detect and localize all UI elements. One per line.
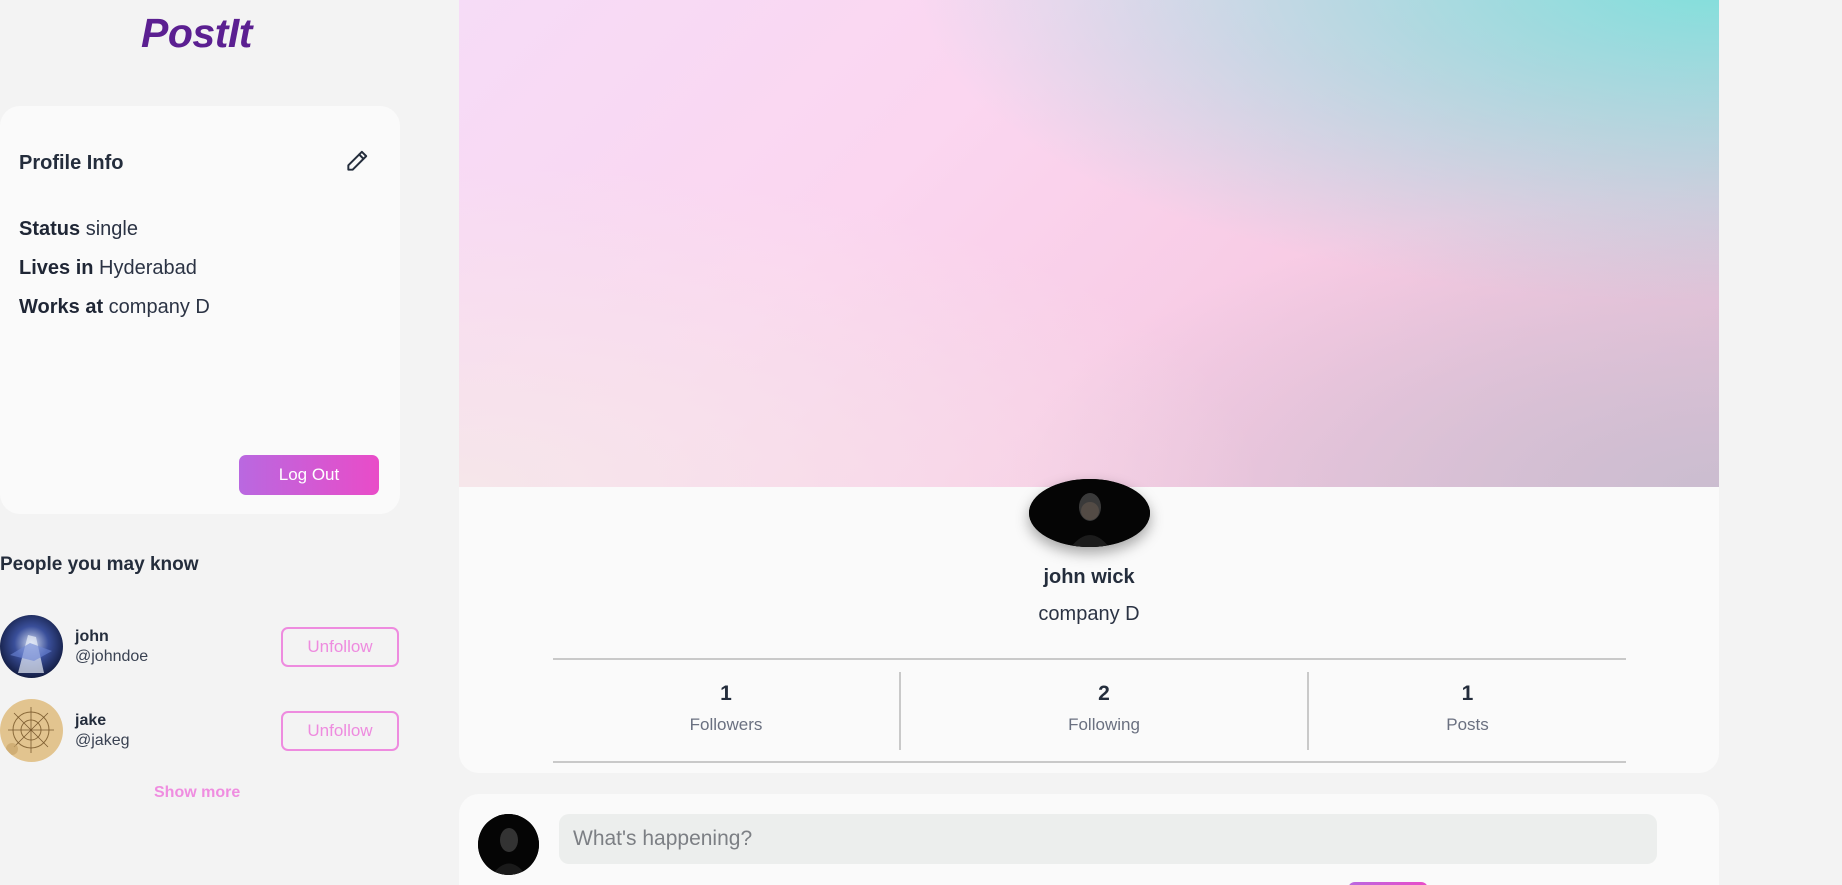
stat-posts[interactable]: 1 Posts [1309, 660, 1626, 761]
profile-card: john wick company D 1 Followers 2 Follow… [459, 0, 1719, 773]
person-name: john [75, 628, 109, 645]
status-row: Status single [19, 218, 138, 241]
works-at-label: Works at [19, 296, 104, 318]
profile-name: john wick [1043, 566, 1135, 588]
post-composer [459, 794, 1719, 885]
pencil-icon[interactable] [344, 148, 370, 174]
stat-following[interactable]: 2 Following [901, 660, 1307, 761]
list-item: jake @jakeg Unfollow [0, 699, 400, 763]
stat-followers[interactable]: 1 Followers [553, 660, 899, 761]
person-name: jake [75, 712, 107, 729]
posts-count: 1 [1461, 682, 1474, 705]
unfollow-button[interactable]: Unfollow [281, 627, 399, 667]
list-item: john @johndoe Unfollow [0, 615, 400, 679]
person-handle: @jakeg [75, 732, 130, 749]
works-at-value: company D [108, 296, 210, 318]
profile-info-title: Profile Info [19, 152, 124, 174]
profile-avatar[interactable] [1029, 479, 1150, 547]
followers-label: Followers [689, 715, 763, 734]
cover-image [459, 0, 1719, 487]
app-logo[interactable]: PostIt [141, 10, 252, 57]
avatar[interactable] [0, 699, 63, 762]
following-count: 2 [1098, 682, 1110, 705]
people-you-may-know-title: People you may know [0, 554, 199, 575]
logout-button[interactable]: Log Out [239, 455, 379, 495]
profile-company: company D [1038, 603, 1140, 625]
lives-in-value: Hyderabad [99, 257, 197, 279]
lives-in-row: Lives in Hyderabad [19, 257, 197, 280]
profile-stats: 1 Followers 2 Following 1 Posts [553, 658, 1626, 763]
status-label: Status [19, 218, 81, 240]
unfollow-button[interactable]: Unfollow [281, 711, 399, 751]
avatar[interactable] [0, 615, 63, 678]
works-at-row: Works at company D [19, 296, 210, 319]
post-input[interactable] [559, 814, 1657, 864]
following-label: Following [1068, 715, 1140, 734]
followers-count: 1 [720, 682, 732, 705]
person-handle: @johndoe [75, 648, 149, 665]
avatar [478, 814, 539, 875]
status-value: single [85, 218, 138, 240]
posts-label: Posts [1446, 715, 1489, 734]
lives-in-label: Lives in [19, 257, 94, 279]
show-more-link[interactable]: Show more [154, 784, 240, 802]
